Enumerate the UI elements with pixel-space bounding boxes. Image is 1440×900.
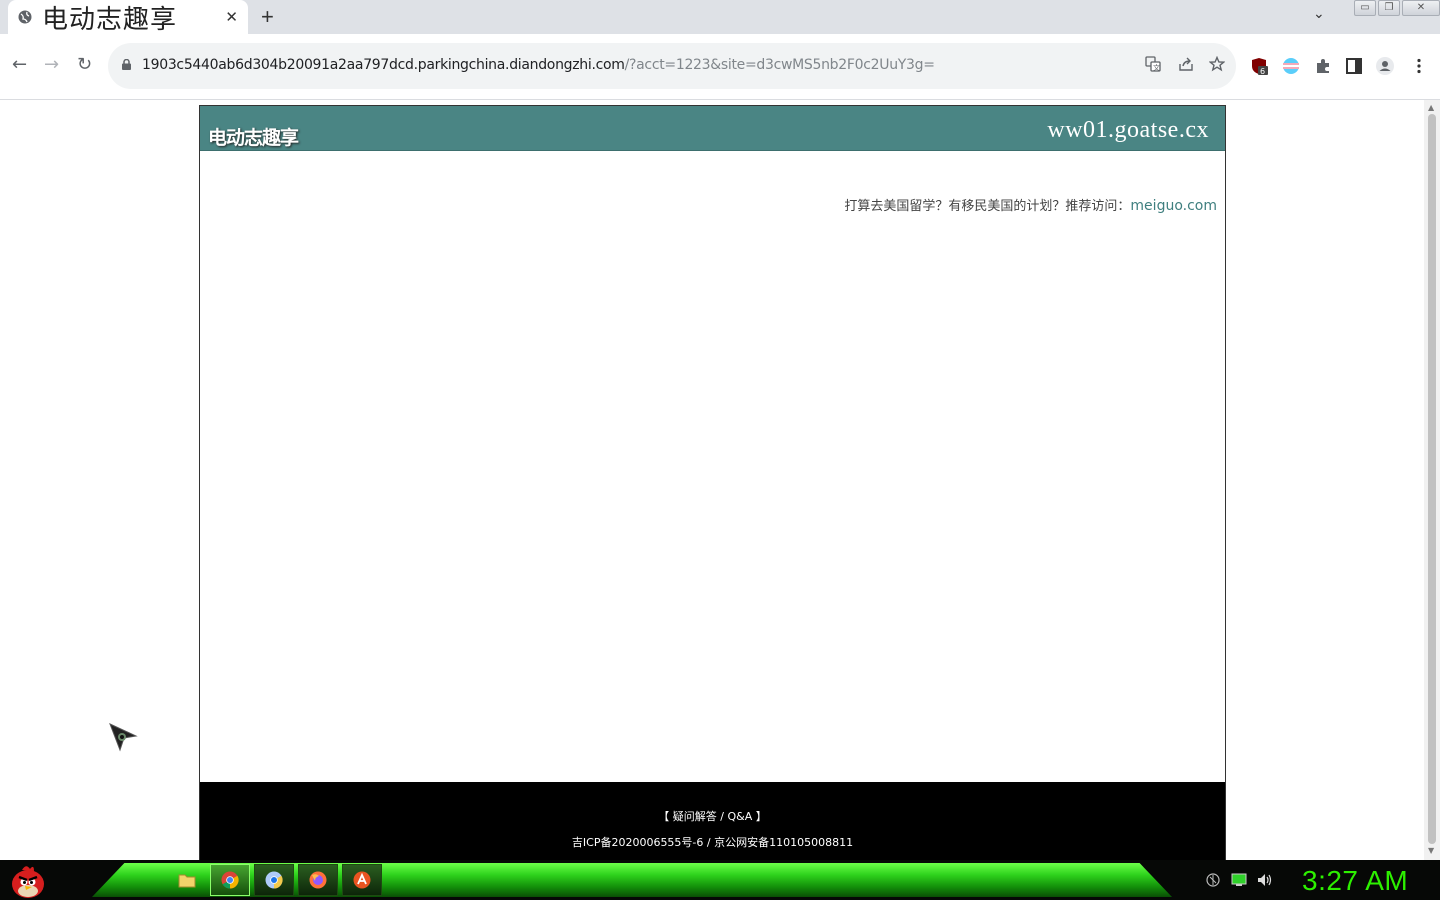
taskbar-firefox[interactable] (298, 864, 338, 896)
url-path: /?acct=1223&site=d3cwMS5nb2F0c2UuY3g= (624, 57, 935, 73)
address-bar[interactable]: 1903c5440ab6d304b20091a2aa797dcd.parking… (108, 43, 1236, 89)
site-domain: ww01.goatse.cx (1047, 117, 1209, 143)
taskbar-chrome[interactable] (210, 864, 250, 896)
extensions-puzzle-icon[interactable] (1314, 57, 1332, 75)
software-center-icon (353, 871, 371, 889)
color-extension-icon[interactable] (1282, 57, 1300, 75)
back-arrow-icon[interactable]: ← (12, 54, 27, 75)
ublock-extension-icon[interactable]: 6 (1250, 57, 1268, 75)
vertical-scrollbar[interactable]: ▲ ▼ (1424, 100, 1440, 860)
folder-icon (178, 874, 196, 888)
extension-badge: 6 (1260, 67, 1265, 75)
taskbar-clock[interactable]: 3:27 AM (1302, 865, 1408, 897)
side-panel-icon[interactable] (1345, 57, 1363, 75)
taskbar-file-manager[interactable] (167, 864, 207, 896)
lock-icon[interactable] (122, 59, 131, 70)
restore-button[interactable]: ❐ (1378, 0, 1400, 16)
site-name[interactable]: 电动志趣享 (208, 123, 299, 150)
tab-title: 电动志趣享 (42, 4, 178, 35)
new-tab-button[interactable]: + (261, 4, 274, 30)
profile-avatar-icon[interactable] (1376, 57, 1394, 75)
promo-text: 打算去美国留学？有移民美国的计划？推荐访问： (844, 199, 1131, 214)
url-text[interactable]: 1903c5440ab6d304b20091a2aa797dcd.parking… (142, 57, 935, 73)
translate-icon[interactable]: 文 (1145, 56, 1161, 72)
url-host: 1903c5440ab6d304b20091a2aa797dcd.parking… (142, 57, 625, 73)
bookmark-star-icon[interactable] (1209, 56, 1225, 72)
globe-icon (18, 10, 32, 24)
system-tray (1205, 873, 1273, 887)
chromium-icon (265, 871, 283, 889)
mouse-cursor-icon (109, 723, 138, 752)
close-window-button[interactable]: ✕ (1402, 0, 1440, 16)
browser-tab[interactable]: 电动志趣享 ✕ (8, 0, 248, 35)
reload-icon[interactable]: ↻ (77, 54, 92, 75)
minimize-button[interactable]: ▭ (1354, 0, 1376, 16)
promo-link[interactable]: meiguo.com (1130, 198, 1217, 214)
forward-arrow-icon[interactable]: → (44, 54, 59, 75)
chrome-icon (221, 871, 239, 889)
browser-toolbar: ← → ↻ 1903c5440ab6d304b20091a2aa797dcd.p… (0, 34, 1440, 100)
network-icon[interactable] (1205, 873, 1221, 887)
page-container: 电动志趣享 ww01.goatse.cx 打算去美国留学？有移民美国的计划？推荐… (199, 105, 1226, 860)
volume-icon[interactable] (1257, 873, 1273, 887)
tab-search-icon[interactable]: ⌄ (1313, 6, 1325, 22)
share-icon[interactable] (1178, 56, 1194, 72)
firefox-icon (309, 871, 327, 889)
tab-strip: 电动志趣享 ✕ + ⌄ ▭ ❐ ✕ (0, 0, 1440, 35)
menu-kebab-icon[interactable] (1410, 57, 1428, 75)
taskbar-chromium[interactable] (254, 864, 294, 896)
window-controls: ▭ ❐ ✕ (1352, 0, 1440, 16)
scroll-down-icon[interactable]: ▼ (1428, 846, 1434, 855)
site-header: 电动志趣享 ww01.goatse.cx (200, 106, 1225, 151)
start-menu-angry-bird-icon[interactable] (8, 862, 48, 900)
page-footer: 【 疑问解答 / Q&A 】 吉ICP备2020006555号-6 / 京公网安… (200, 782, 1225, 860)
footer-qa-link[interactable]: 【 疑问解答 / Q&A 】 (200, 808, 1225, 824)
footer-icp-text: 吉ICP备2020006555号-6 / 京公网安备110105008811 (571, 836, 854, 849)
tab-close-icon[interactable]: ✕ (225, 8, 238, 26)
svg-text:文: 文 (1153, 63, 1160, 72)
display-icon[interactable] (1231, 873, 1247, 887)
taskbar-ubuntu-software[interactable] (342, 864, 382, 896)
promo-line: 打算去美国留学？有移民美国的计划？推荐访问：meiguo.com (844, 195, 1217, 214)
scroll-thumb[interactable] (1428, 114, 1436, 844)
scroll-up-icon[interactable]: ▲ (1428, 103, 1434, 112)
